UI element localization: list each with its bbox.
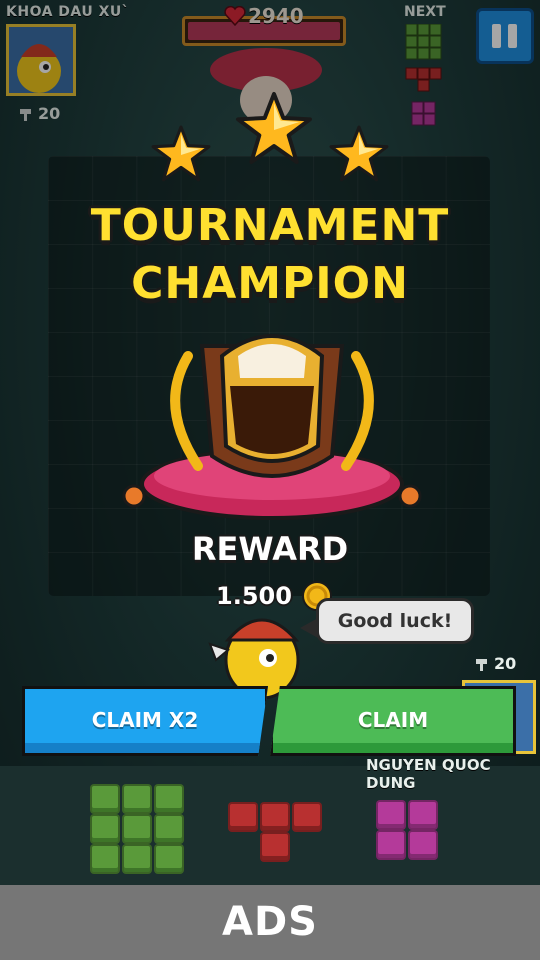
opponent-hammer-value: 20	[494, 654, 517, 673]
star-icon	[236, 92, 312, 164]
claim-button[interactable]: CLAIM	[270, 686, 516, 756]
ads-banner[interactable]: ADS	[0, 885, 540, 960]
title-line-2: CHAMPION	[131, 258, 409, 309]
reward-label: REWARD	[191, 530, 349, 568]
opponent-name: NGUYEN QUOC DUNG	[366, 756, 491, 792]
speech-bubble: Good luck!	[316, 598, 474, 644]
opponent-character	[208, 618, 300, 700]
claim-x2-button[interactable]: CLAIM X2	[22, 686, 268, 756]
helmet-trophy-icon	[122, 334, 422, 520]
claim-x2-label: CLAIM X2	[91, 708, 199, 732]
hammer-icon	[476, 658, 487, 671]
star-icon	[329, 125, 389, 182]
title-line-1: TOURNAMENT	[90, 200, 450, 251]
star-icon	[151, 125, 211, 182]
opponent-hammer-count: 20	[474, 654, 516, 673]
claim-label: CLAIM	[357, 708, 429, 732]
